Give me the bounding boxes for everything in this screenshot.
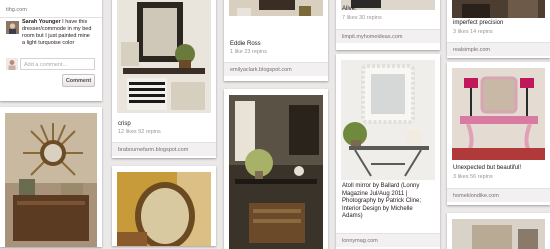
pin-stats: 12 likes 92 repins [118, 129, 161, 135]
pin-image[interactable] [229, 0, 323, 16]
pin-eddie-ross[interactable]: Eddie Ross 1 like 23 repins emilyaclark.… [224, 0, 328, 81]
pin-alive[interactable]: Alive. 7 likes 30 repins limpit.myhomeid… [336, 0, 440, 50]
pin-image[interactable] [341, 60, 435, 180]
pin-caption: Atoll mirror by Ballard (Lonny Magazine … [342, 183, 422, 219]
pin-stats: 3 likes 56 repins [453, 174, 493, 180]
add-comment-input[interactable]: Add a comment... [20, 58, 95, 70]
pin-source[interactable]: emilyaclark.blogspot.com [224, 62, 328, 76]
pin-unexpected[interactable]: Unexpected but beautiful! 3 likes 56 rep… [447, 62, 550, 205]
pin-image[interactable] [5, 113, 97, 247]
pin-atoll-mirror[interactable]: Atoll mirror by Ballard (Lonny Magazine … [336, 54, 440, 249]
pin-sunburst-mirror[interactable] [0, 107, 102, 247]
pin-image[interactable] [117, 172, 211, 246]
pin-source[interactable]: lonnymag.com [336, 233, 440, 247]
pin-stats: 7 likes 30 repins [342, 15, 382, 21]
pin-image[interactable] [229, 95, 323, 249]
pin-crisp[interactable]: crisp 12 likes 92 repins brabournefarm.b… [112, 0, 216, 158]
pin-caption: crisp [118, 121, 131, 127]
comment-button[interactable]: Comment [62, 74, 95, 87]
pin-image[interactable] [117, 0, 211, 113]
pin-caption: Eddie Ross [230, 41, 261, 47]
pin-source[interactable]: brabournefarm.blogspot.com [112, 142, 216, 156]
pin-round-mirror[interactable] [112, 166, 216, 246]
pin-room-partial[interactable] [447, 213, 550, 249]
comment-card: tihg.com Sarah Younger I have this dress… [0, 0, 102, 101]
commenter-name[interactable]: Sarah Younger [22, 19, 61, 25]
pin-dark-chest[interactable] [224, 89, 328, 249]
pin-source[interactable]: homeklondike.com [447, 188, 550, 202]
pin-image[interactable] [452, 0, 545, 18]
pin-caption: Unexpected but beautiful! [453, 165, 522, 171]
comment-body: Sarah Younger I have this dresser/commod… [22, 19, 94, 47]
divider [0, 17, 102, 18]
pin-caption: imperfect precision [453, 20, 504, 26]
pin-image[interactable] [452, 68, 545, 160]
pin-source-tihg[interactable]: tihg.com [0, 3, 102, 17]
pin-imperfect-precision[interactable]: imperfect precision 3 likes 14 repins re… [447, 0, 550, 58]
pin-image[interactable] [452, 219, 545, 249]
commenter-avatar[interactable] [6, 21, 19, 34]
current-user-avatar [6, 58, 18, 70]
pin-source[interactable]: realsimple.com [447, 42, 550, 56]
pin-stats: 1 like 23 repins [230, 49, 267, 55]
pin-caption: Alive. [342, 6, 357, 12]
pin-stats: 3 likes 14 repins [453, 29, 493, 35]
pin-source[interactable]: limpit.myhomeideas.com [336, 29, 440, 43]
